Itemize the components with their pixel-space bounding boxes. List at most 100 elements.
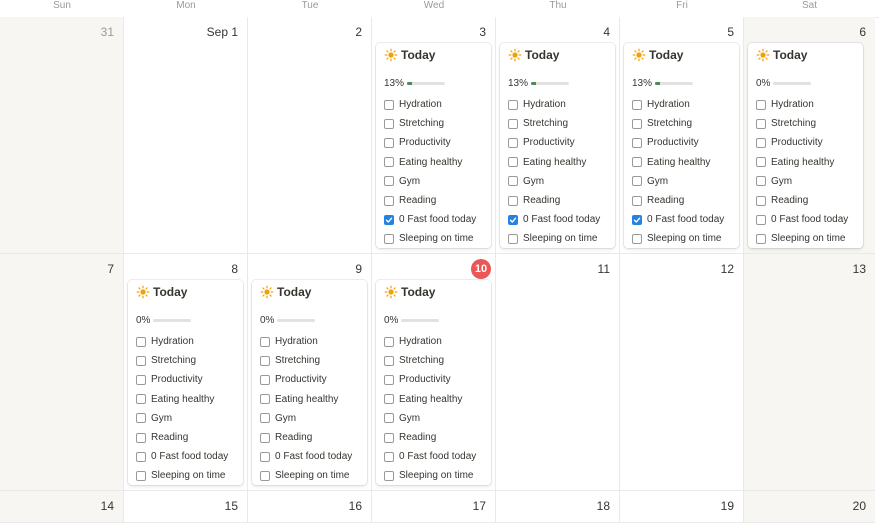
habit-checkbox[interactable] [756,233,766,244]
calendar-day-cell[interactable]: 9 Today 0% Hydration Stretching Productivity E… [248,254,372,491]
calendar-day-cell[interactable]: 7 [0,254,124,491]
habit-checkbox[interactable] [136,470,146,481]
progress-bar [531,82,570,85]
card-title[interactable]: Today [384,48,435,62]
habit-checkbox[interactable] [384,374,394,385]
habit-checkbox[interactable] [384,99,394,110]
calendar-day-cell[interactable]: 17 [372,491,496,523]
habit-checkbox[interactable] [508,99,518,110]
habit-checkbox[interactable] [384,355,394,366]
habit-checkbox[interactable] [632,233,642,244]
habit-checkbox[interactable] [384,413,394,424]
calendar-day-cell[interactable]: 18 [496,491,620,523]
habit-checkbox[interactable] [136,355,146,366]
habit-checkbox[interactable] [260,355,270,366]
habit-checkbox[interactable] [384,336,394,347]
habit-checkbox[interactable] [260,374,270,385]
calendar-day-cell[interactable]: 31 [0,17,124,254]
calendar-day-cell[interactable]: 12 [620,254,744,491]
habit-checkbox[interactable] [260,394,270,405]
card-title[interactable]: Today [260,285,311,299]
habit-checkbox[interactable] [384,470,394,481]
calendar-day-cell[interactable]: Sep 1 [124,17,248,254]
habit-checkbox[interactable] [632,176,642,187]
habit-checkbox[interactable] [384,195,394,206]
calendar-day-cell[interactable]: 10 Today 0% Hydration Stretching Productivity… [372,254,496,491]
calendar-day-cell[interactable]: 11 [496,254,620,491]
habit-checkbox[interactable] [756,176,766,187]
habit-checkbox[interactable] [508,214,518,225]
habit-checkbox[interactable] [260,451,270,462]
habit-checkbox[interactable] [384,432,394,443]
habit-checkbox[interactable] [260,413,270,424]
calendar-day-cell[interactable]: 19 [620,491,744,523]
daily-habit-card[interactable]: Today 0% Hydration Stretching Productivity Ea… [376,280,491,485]
habit-checkbox[interactable] [136,336,146,347]
habit-checkbox[interactable] [136,374,146,385]
habit-checklist: Hydration Stretching Productivity Eating he… [756,95,848,249]
calendar-day-cell[interactable]: 6 Today 0% Hydration Stretching Productivity E… [744,17,875,254]
card-title[interactable]: Today [384,285,435,299]
daily-habit-card[interactable]: Today 13% Hydration Stretching Productivity E… [500,43,615,248]
habit-checkbox[interactable] [632,157,642,168]
habit-checkbox[interactable] [136,432,146,443]
card-title[interactable]: Today [136,285,187,299]
habit-checkbox[interactable] [384,214,394,225]
habit-checkbox[interactable] [136,451,146,462]
habit-checkbox[interactable] [384,176,394,187]
calendar-day-cell[interactable]: 2 [248,17,372,254]
habit-checkbox[interactable] [508,137,518,148]
calendar-day-cell[interactable]: 13 [744,254,875,491]
calendar-day-cell[interactable]: 15 [124,491,248,523]
habit-checkbox[interactable] [632,137,642,148]
habit-checkbox[interactable] [756,214,766,225]
habit-checkbox[interactable] [508,157,518,168]
habit-checkbox[interactable] [260,470,270,481]
habit-checkbox[interactable] [756,195,766,206]
habit-checkbox[interactable] [632,195,642,206]
card-title[interactable]: Today [508,48,559,62]
calendar-day-cell[interactable]: 20 [744,491,875,523]
habit-checkbox[interactable] [136,413,146,424]
daily-habit-card[interactable]: Today 0% Hydration Stretching Productivity Ea… [128,280,243,485]
daily-habit-card[interactable]: Today 0% Hydration Stretching Productivity Ea… [252,280,367,485]
habit-checkbox[interactable] [756,157,766,168]
calendar-day-cell[interactable]: 14 [0,491,124,523]
habit-checkbox[interactable] [632,118,642,129]
daily-habit-card[interactable]: Today 0% Hydration Stretching Productivity Ea… [748,43,863,248]
habit-checkbox[interactable] [384,118,394,129]
card-title[interactable]: Today [756,48,807,62]
habit-checkbox[interactable] [260,432,270,443]
habit-item: Reading [384,428,476,447]
day-number: 5 [727,25,734,39]
habit-checkbox[interactable] [632,99,642,110]
habit-checkbox[interactable] [756,99,766,110]
habit-item: Hydration [756,95,848,114]
calendar-day-cell[interactable]: 8 Today 0% Hydration Stretching Productivity E… [124,254,248,491]
habit-checkbox[interactable] [632,214,642,225]
calendar-day-cell[interactable]: 3 Today 13% Hydration Stretching Productivity… [372,17,496,254]
card-title[interactable]: Today [632,48,683,62]
habit-item: Reading [632,191,724,210]
habit-checkbox[interactable] [384,451,394,462]
calendar-day-cell[interactable]: 5 Today 13% Hydration Stretching Productivity… [620,17,744,254]
habit-checkbox[interactable] [508,195,518,206]
daily-habit-card[interactable]: Today 13% Hydration Stretching Productivity E… [376,43,491,248]
habit-checkbox[interactable] [508,118,518,129]
habit-checkbox[interactable] [136,394,146,405]
calendar-day-cell[interactable]: 4 Today 13% Hydration Stretching Productivity… [496,17,620,254]
day-number: 15 [224,499,238,513]
habit-label: Reading [399,195,437,207]
habit-checkbox[interactable] [260,336,270,347]
habit-checkbox[interactable] [384,394,394,405]
habit-checkbox[interactable] [756,137,766,148]
daily-habit-card[interactable]: Today 13% Hydration Stretching Productivity E… [624,43,739,248]
habit-checkbox[interactable] [384,233,394,244]
habit-checkbox[interactable] [508,176,518,187]
habit-checkbox[interactable] [508,233,518,244]
habit-checkbox[interactable] [384,157,394,168]
habit-checkbox[interactable] [756,118,766,129]
progress-percent: 0% [136,315,151,326]
habit-checkbox[interactable] [384,137,394,148]
calendar-day-cell[interactable]: 16 [248,491,372,523]
